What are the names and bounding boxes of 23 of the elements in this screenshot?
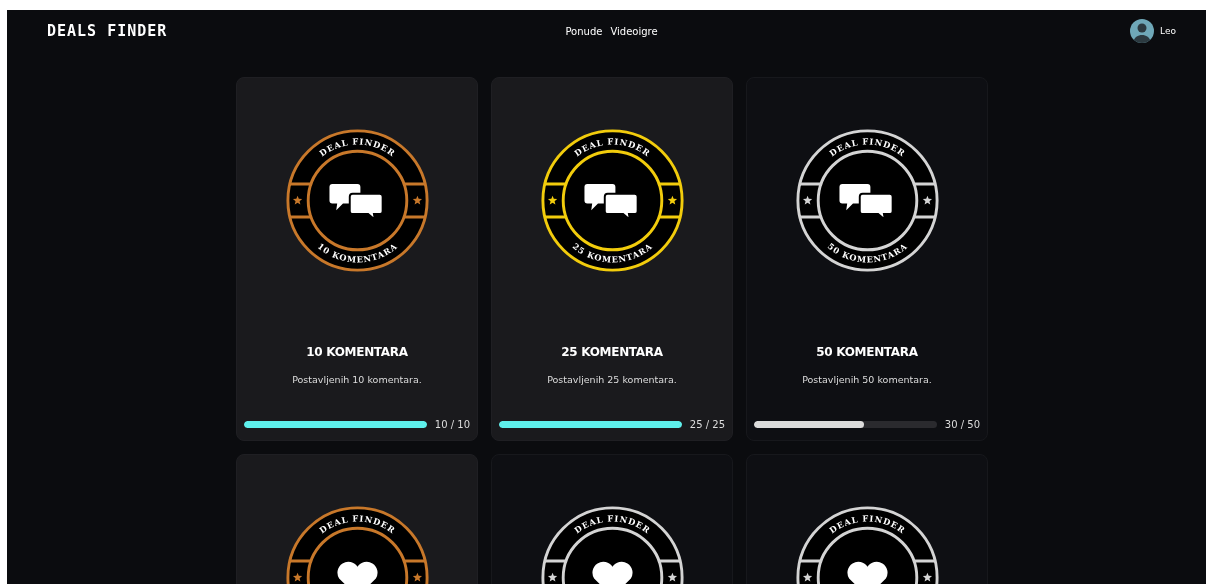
star-icon [547, 195, 557, 205]
star-icon [412, 195, 422, 205]
progress-count: 30 / 50 [944, 419, 980, 430]
heart-icon [847, 561, 887, 584]
site-logo[interactable]: DEALS FINDER [47, 22, 207, 40]
progress-count: 25 / 25 [689, 419, 725, 430]
achievement-title: 10 KOMENTARA [306, 345, 408, 359]
heart-icon [592, 561, 632, 584]
user-avatar[interactable] [1130, 19, 1155, 43]
heart-icon [337, 561, 377, 584]
star-icon [802, 195, 812, 205]
star-icon [667, 195, 677, 205]
achievement-description: Postavljenih 50 komentara. [802, 374, 932, 385]
nav-link[interactable]: Ponude [565, 25, 603, 37]
user-name[interactable]: Leo [1160, 26, 1176, 36]
nav-link[interactable]: Videoigre [610, 25, 658, 37]
progress-count: 10 / 10 [434, 419, 470, 430]
star-icon [922, 195, 932, 205]
achievement-title: 25 KOMENTARA [561, 345, 663, 359]
achievement-description: Postavljenih 25 komentara. [547, 374, 677, 385]
achievement-title: 50 KOMENTARA [816, 345, 918, 359]
achievement-description: Postavljenih 10 komentara. [292, 374, 422, 385]
star-icon [292, 195, 302, 205]
